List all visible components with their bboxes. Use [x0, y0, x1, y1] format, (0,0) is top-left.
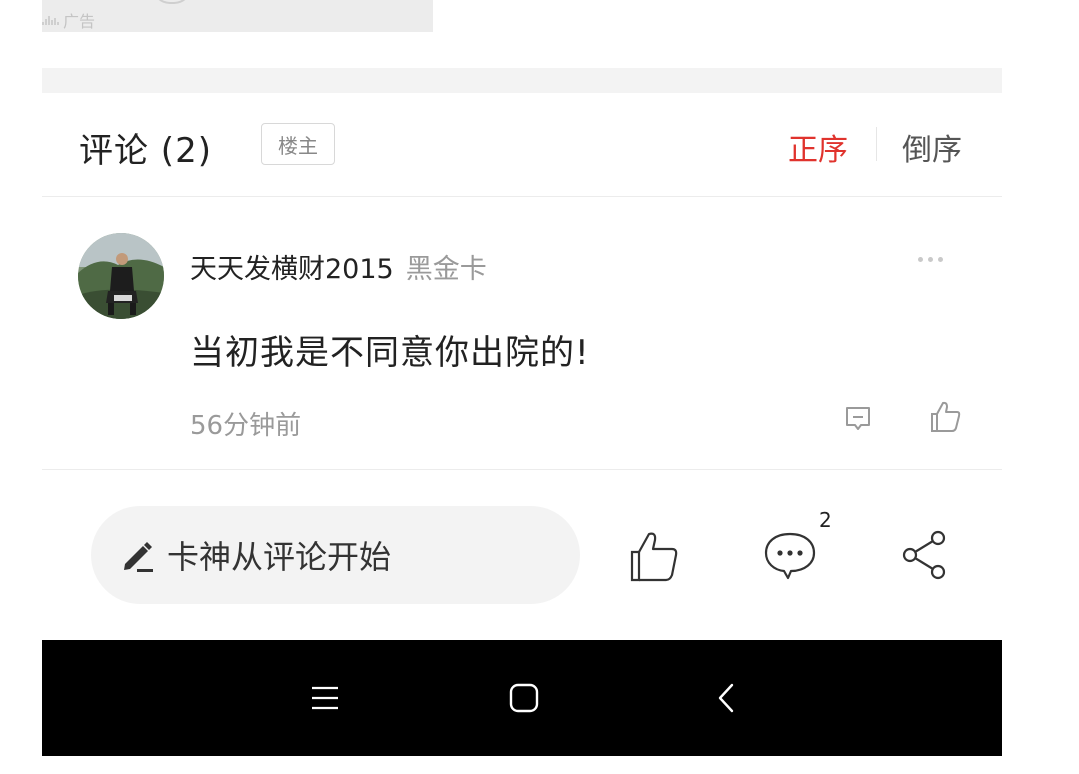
- comment-item: 天天发横财2015 黑金卡 当初我是不同意你出院的! 56分钟前: [42, 197, 1002, 470]
- ad-image-fragment: [152, 0, 192, 4]
- back-icon[interactable]: [714, 682, 738, 714]
- system-nav-bar: [42, 640, 1002, 756]
- menu-icon[interactable]: [310, 684, 340, 712]
- thumbs-up-icon[interactable]: [628, 528, 684, 584]
- ad-label: 广告: [42, 8, 95, 32]
- comment-count-badge: 2: [819, 508, 832, 532]
- sort-ascending-tab[interactable]: 正序: [788, 125, 848, 169]
- avatar[interactable]: [78, 233, 164, 319]
- comment-bubble-icon[interactable]: [762, 526, 818, 582]
- reply-icon[interactable]: [842, 403, 874, 435]
- ad-banner[interactable]: 广告: [42, 0, 433, 32]
- comment-text: 当初我是不同意你出院的!: [190, 333, 590, 373]
- action-bar: 卡神从评论开始 2: [42, 470, 1002, 640]
- comment-input[interactable]: 卡神从评论开始: [91, 506, 580, 604]
- comments-title: 评论 (2): [79, 131, 212, 171]
- comments-header: 评论 (2) 楼主 正序 倒序: [42, 93, 1002, 197]
- comment-username[interactable]: 天天发横财2015 黑金卡: [190, 247, 487, 286]
- comment-timestamp: 56分钟前: [190, 411, 302, 441]
- sort-divider: [876, 127, 877, 161]
- more-dots-icon[interactable]: [918, 257, 943, 262]
- section-divider: [42, 68, 1002, 93]
- username-text[interactable]: 天天发横财2015: [190, 254, 394, 285]
- comment-input-placeholder: 卡神从评论开始: [167, 538, 392, 576]
- sort-descending-tab[interactable]: 倒序: [902, 125, 962, 169]
- avatar-photo: [78, 233, 164, 319]
- pencil-icon: [124, 542, 153, 572]
- owner-filter-tag[interactable]: 楼主: [261, 123, 335, 165]
- home-icon[interactable]: [508, 682, 540, 714]
- user-badge: 黑金卡: [405, 254, 487, 285]
- share-icon[interactable]: [900, 528, 950, 582]
- ad-wave-icon: [42, 15, 59, 25]
- thumbs-up-icon[interactable]: [928, 399, 964, 435]
- ad-label-text: 广告: [63, 12, 96, 31]
